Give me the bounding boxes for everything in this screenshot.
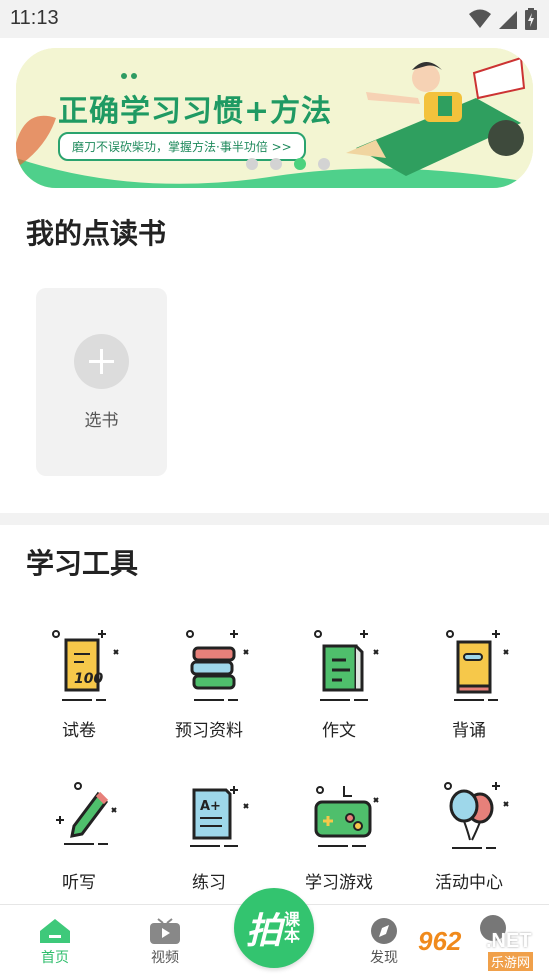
banner-dot[interactable] [270,158,282,170]
banner-subtitle: 磨刀不误砍柴功，掌握方法·事半功倍 >> [58,132,306,161]
banner-dot[interactable] [246,158,258,170]
banner-dot[interactable] [318,158,330,170]
tab-label: 首页 [41,950,69,966]
tool-dictation[interactable]: 听写 [24,780,134,893]
tab-label: 视频 [151,950,179,966]
add-book-card[interactable]: 选书 [36,288,167,476]
tool-label: 学习游戏 [305,873,373,893]
tab-home[interactable]: 首页 [20,917,90,967]
pencil-dictation-icon [56,782,117,845]
tool-practice[interactable]: A+ 练习 [154,780,264,893]
tool-essay[interactable]: 作文 [284,628,394,741]
watermark-logo: 962 .NET 乐游网 [418,926,544,971]
tab-label: 发现 [370,950,398,966]
tool-games[interactable]: 学习游戏 [284,780,394,893]
add-book-label: 选书 [84,411,119,431]
center-button-main: 拍 [246,911,283,952]
promo-banner[interactable]: 正确学习习惯+方法 磨刀不误砍柴功，掌握方法·事半功倍 >> [16,48,533,188]
photo-textbook-button[interactable]: 拍 课本 [234,888,314,968]
status-icons [469,8,537,30]
status-bar: 11:13 [0,0,549,38]
signal-icon [499,11,517,29]
book-stack-icon [186,630,249,701]
tool-label: 背诵 [452,721,486,741]
tool-label: 作文 [322,721,356,741]
tab-discover[interactable]: 发现 [349,917,419,967]
tool-preview[interactable]: 预习资料 [154,628,264,741]
status-time: 11:13 [10,7,59,29]
tool-label: 预习资料 [175,721,243,741]
wifi-icon [469,9,491,28]
center-button-sub: 课本 [284,910,301,945]
tool-recite[interactable]: 背诵 [414,628,524,741]
balloons-icon [444,782,509,849]
graded-paper-icon: A+ [190,786,249,847]
watermark-suffix: .NET [486,930,532,952]
svg-text:100: 100 [74,671,103,687]
plus-icon [74,334,129,389]
watermark-sub: 乐游网 [488,952,534,971]
recite-book-icon [446,630,509,701]
tab-video[interactable]: 视频 [130,917,200,967]
tool-label: 练习 [192,873,226,893]
tool-label: 活动中心 [435,873,503,893]
watermark-number: 962 [418,926,462,956]
tool-label: 听写 [62,873,96,893]
compass-icon [371,918,397,944]
svg-text:A+: A+ [200,799,221,814]
my-books-title: 我的点读书 [26,217,167,250]
banner-dot-active[interactable] [294,158,306,170]
student-illustration [346,56,526,176]
banner-title: 正确学习习惯+方法 [58,94,333,129]
section-divider [0,513,549,525]
tool-label: 试卷 [62,721,96,741]
tv-icon [150,918,180,944]
battery-icon [525,8,537,30]
tool-exam[interactable]: 100 试卷 [24,628,134,741]
exam-paper-icon: 100 [52,630,119,701]
banner-pagination [246,158,330,170]
home-icon [40,919,70,943]
essay-icon [314,630,379,701]
tools-title: 学习工具 [26,547,139,580]
tool-activity-center[interactable]: 活动中心 [414,780,524,893]
gamepad-icon [314,786,379,847]
